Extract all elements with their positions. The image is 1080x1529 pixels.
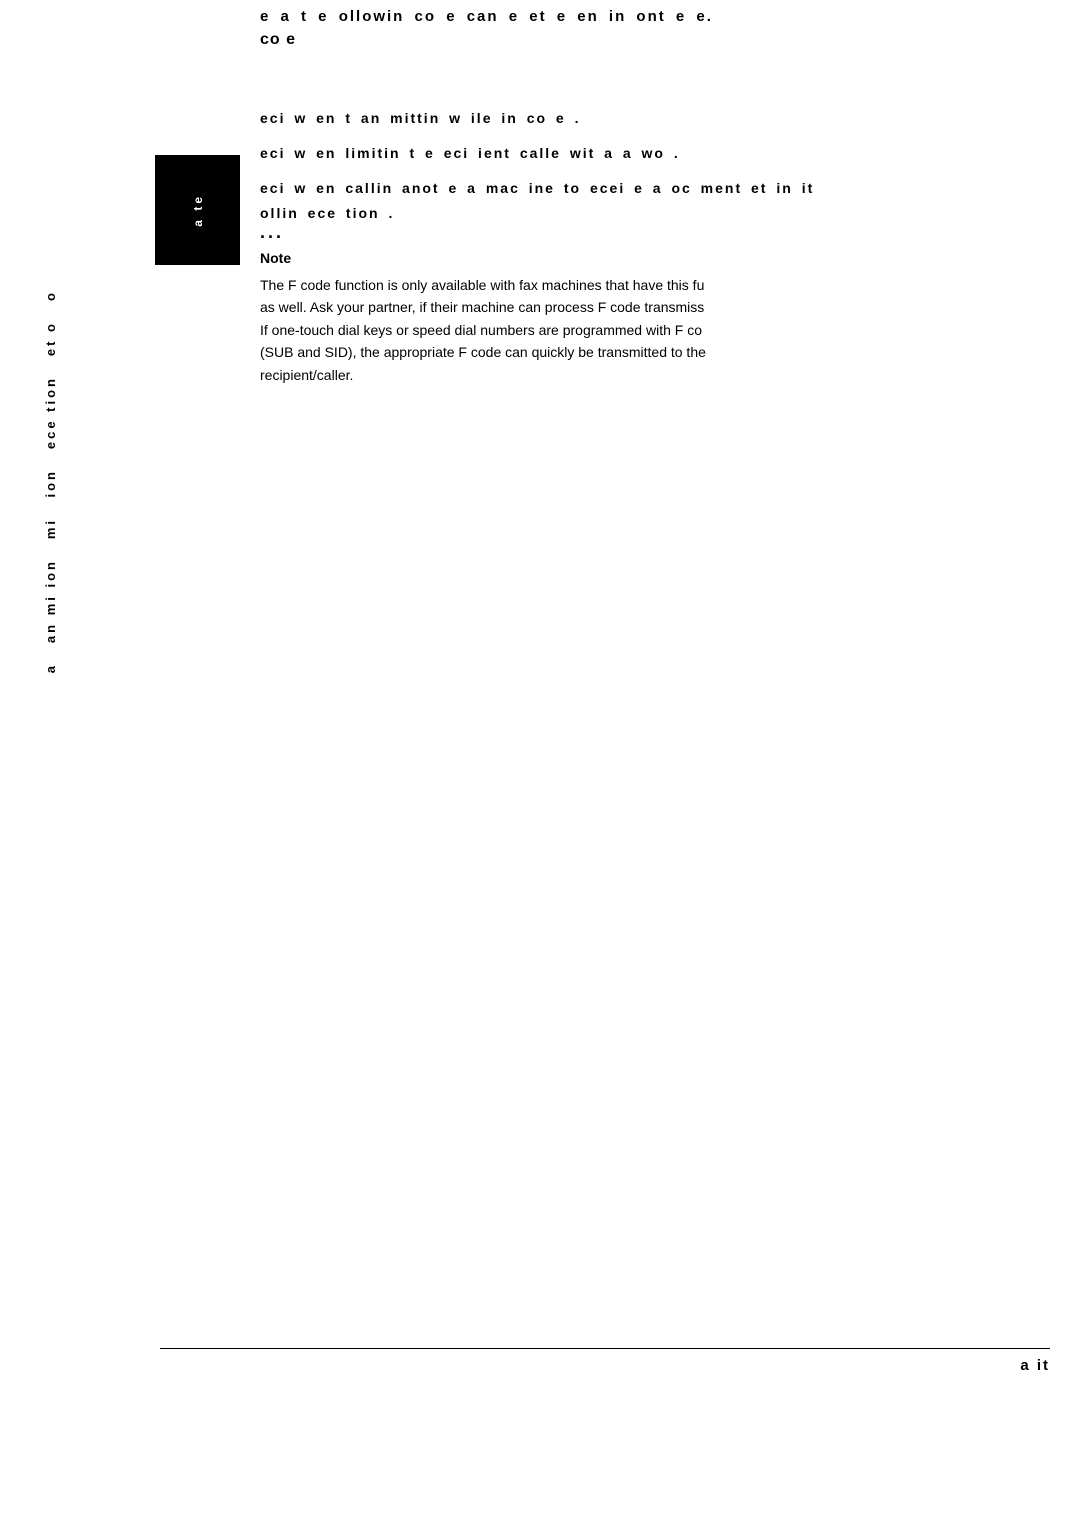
sidebar-text-3: ion — [43, 469, 58, 498]
note-section: Note The F code function is only availab… — [260, 250, 1050, 386]
left-tab-text: a te — [191, 194, 205, 227]
note-text-5: recipient/caller. — [260, 367, 353, 383]
sidebar-vertical: o et o ece tion ion mi an mi ion a — [20, 290, 80, 693]
note-label: Note — [260, 250, 1050, 266]
spec-line-3b: ollin ece tion . — [260, 205, 1050, 221]
bottom-page-label: a it — [1020, 1357, 1050, 1374]
bottom-separator-line — [160, 1348, 1050, 1349]
left-tab: a te — [155, 155, 240, 265]
sidebar-text-2: ece tion — [43, 376, 58, 449]
sidebar-text-0: o — [43, 290, 58, 301]
spec-line-1-container: eci w en t an mittin w ile in co e . — [260, 110, 1050, 142]
note-text-2: as well. Ask your partner, if their mach… — [260, 299, 704, 315]
spec-line-3b-container: ollin ece tion . — [260, 205, 1050, 237]
spec-line-3: eci w en callin anot e a mac ine to ecei… — [260, 180, 1050, 196]
header-line1: e a t e ollowin co e can e et e en in on… — [260, 8, 1050, 25]
sidebar-text-6: a — [43, 663, 58, 673]
note-text-1: The F code function is only available wi… — [260, 277, 704, 293]
spec-line-1: eci w en t an mittin w ile in co e . — [260, 110, 1050, 126]
sidebar-text-5: an mi ion — [43, 559, 58, 643]
dots: ... — [260, 222, 284, 242]
note-text-4: (SUB and SID), the appropriate F code ca… — [260, 344, 706, 360]
dots-section: ... — [260, 222, 284, 243]
note-text: The F code function is only available wi… — [260, 274, 1050, 386]
sidebar-text-1: et o — [43, 321, 58, 356]
note-text-3: If one-touch dial keys or speed dial num… — [260, 322, 702, 338]
header-area: e a t e ollowin co e can e et e en in on… — [260, 0, 1050, 67]
spec-line-2-container: eci w en limitin t e eci ient calle wit … — [260, 145, 1050, 177]
header-line2: co e — [260, 31, 1050, 49]
sidebar-text-4: mi — [43, 518, 58, 539]
spec-line-2: eci w en limitin t e eci ient calle wit … — [260, 145, 1050, 161]
page-container: e a t e ollowin co e can e et e en in on… — [0, 0, 1080, 1529]
